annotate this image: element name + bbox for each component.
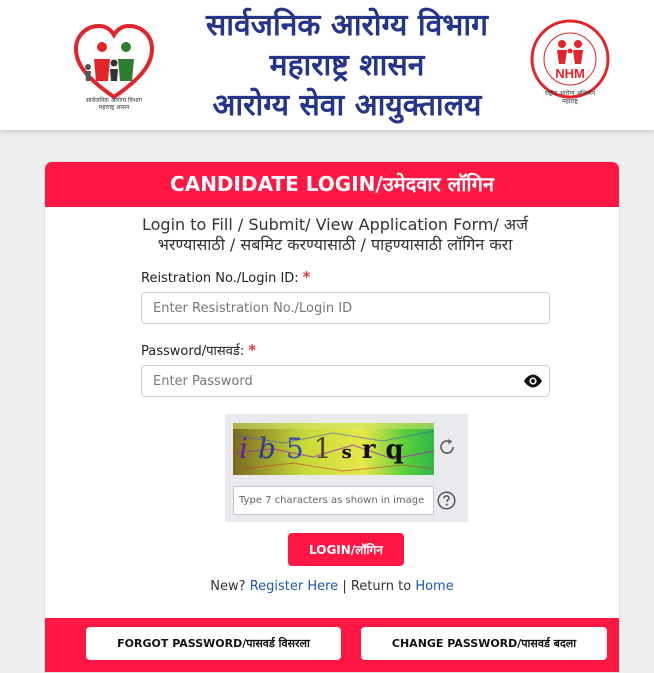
- captcha-char: r: [361, 435, 380, 465]
- login-id-input[interactable]: [141, 292, 550, 324]
- refresh-captcha-icon[interactable]: [437, 437, 457, 457]
- site-header: सार्वजनिक आरोग्य विभाग महाराष्ट्र शासन स…: [0, 0, 654, 130]
- home-link[interactable]: Home: [415, 579, 453, 594]
- left-logo-caption-line2: महाराष्ट्र शासन: [98, 104, 130, 111]
- password-label: Password/पासवर्ड: *: [141, 341, 256, 359]
- captcha-char: 1: [313, 432, 336, 465]
- return-to-text: Return to: [350, 579, 412, 594]
- page-title: सार्वजनिक आरोग्य विभाग महाराष्ट्र शासन आ…: [170, 6, 524, 126]
- login-instructions: Login to Fill / Submit/ View Application…: [142, 215, 528, 254]
- title-line-3: आरोग्य सेवा आयुक्तालय: [212, 88, 482, 123]
- captcha-char: i: [239, 432, 252, 465]
- captcha-char: 5: [285, 432, 308, 465]
- link-separator: |: [342, 579, 347, 594]
- title-line-2: महाराष्ट्र शासन: [269, 48, 425, 83]
- captcha-char: b: [257, 432, 280, 465]
- show-password-eye-icon[interactable]: [523, 373, 543, 389]
- new-user-text: New?: [210, 579, 246, 594]
- change-password-button[interactable]: CHANGE PASSWORD/पासवर्ड बदला: [361, 627, 607, 660]
- password-label-text: Password/पासवर्ड:: [141, 344, 245, 359]
- register-home-links: New? Register Here | Return to Home: [45, 579, 619, 594]
- login-card-heading: CANDIDATE LOGIN/उमेदवार लॉगिन: [45, 162, 619, 207]
- right-logo-caption: राष्ट्रीय आरोग्य अभियान महाराष्ट्र: [520, 90, 620, 106]
- captcha-char: s: [341, 442, 356, 463]
- password-input[interactable]: [141, 365, 550, 397]
- title-line-1: सार्वजनिक आरोग्य विभाग: [205, 8, 489, 43]
- right-logo-caption-line2: महाराष्ट्र: [562, 98, 578, 105]
- login-button[interactable]: LOGIN/लॉगिन: [288, 533, 404, 566]
- public-health-department-logo-icon: [73, 23, 155, 100]
- captcha-input[interactable]: [233, 486, 434, 515]
- register-link[interactable]: Register Here: [250, 579, 339, 594]
- login-id-label: Reistration No./Login ID: *: [141, 268, 311, 286]
- login-card: CANDIDATE LOGIN/उमेदवार लॉगिन Login to F…: [44, 161, 620, 673]
- required-asterisk: *: [248, 341, 257, 359]
- nhm-logo-icon: NHM: [530, 19, 610, 99]
- required-asterisk: *: [302, 268, 311, 286]
- left-logo-caption: सार्वजनिक आरोग्य विभाग महाराष्ट्र शासन: [62, 97, 166, 111]
- right-logo-caption-line1: राष्ट्रीय आरोग्य अभियान: [544, 90, 596, 97]
- forgot-password-button[interactable]: FORGOT PASSWORD/पासवर्ड विसरला: [86, 627, 341, 660]
- left-logo-caption-line1: सार्वजनिक आरोग्य विभाग: [85, 97, 143, 104]
- captcha-panel: ib51srq: [225, 414, 468, 522]
- captcha-image: ib51srq: [233, 423, 434, 475]
- nhm-logo-text: NHM: [555, 66, 585, 81]
- captcha-char: q: [385, 435, 408, 465]
- login-id-label-text: Reistration No./Login ID:: [141, 271, 299, 286]
- captcha-text: ib51srq: [233, 423, 434, 475]
- captcha-help-icon[interactable]: [437, 491, 456, 510]
- password-actions-bar: FORGOT PASSWORD/पासवर्ड विसरला CHANGE PA…: [45, 618, 619, 672]
